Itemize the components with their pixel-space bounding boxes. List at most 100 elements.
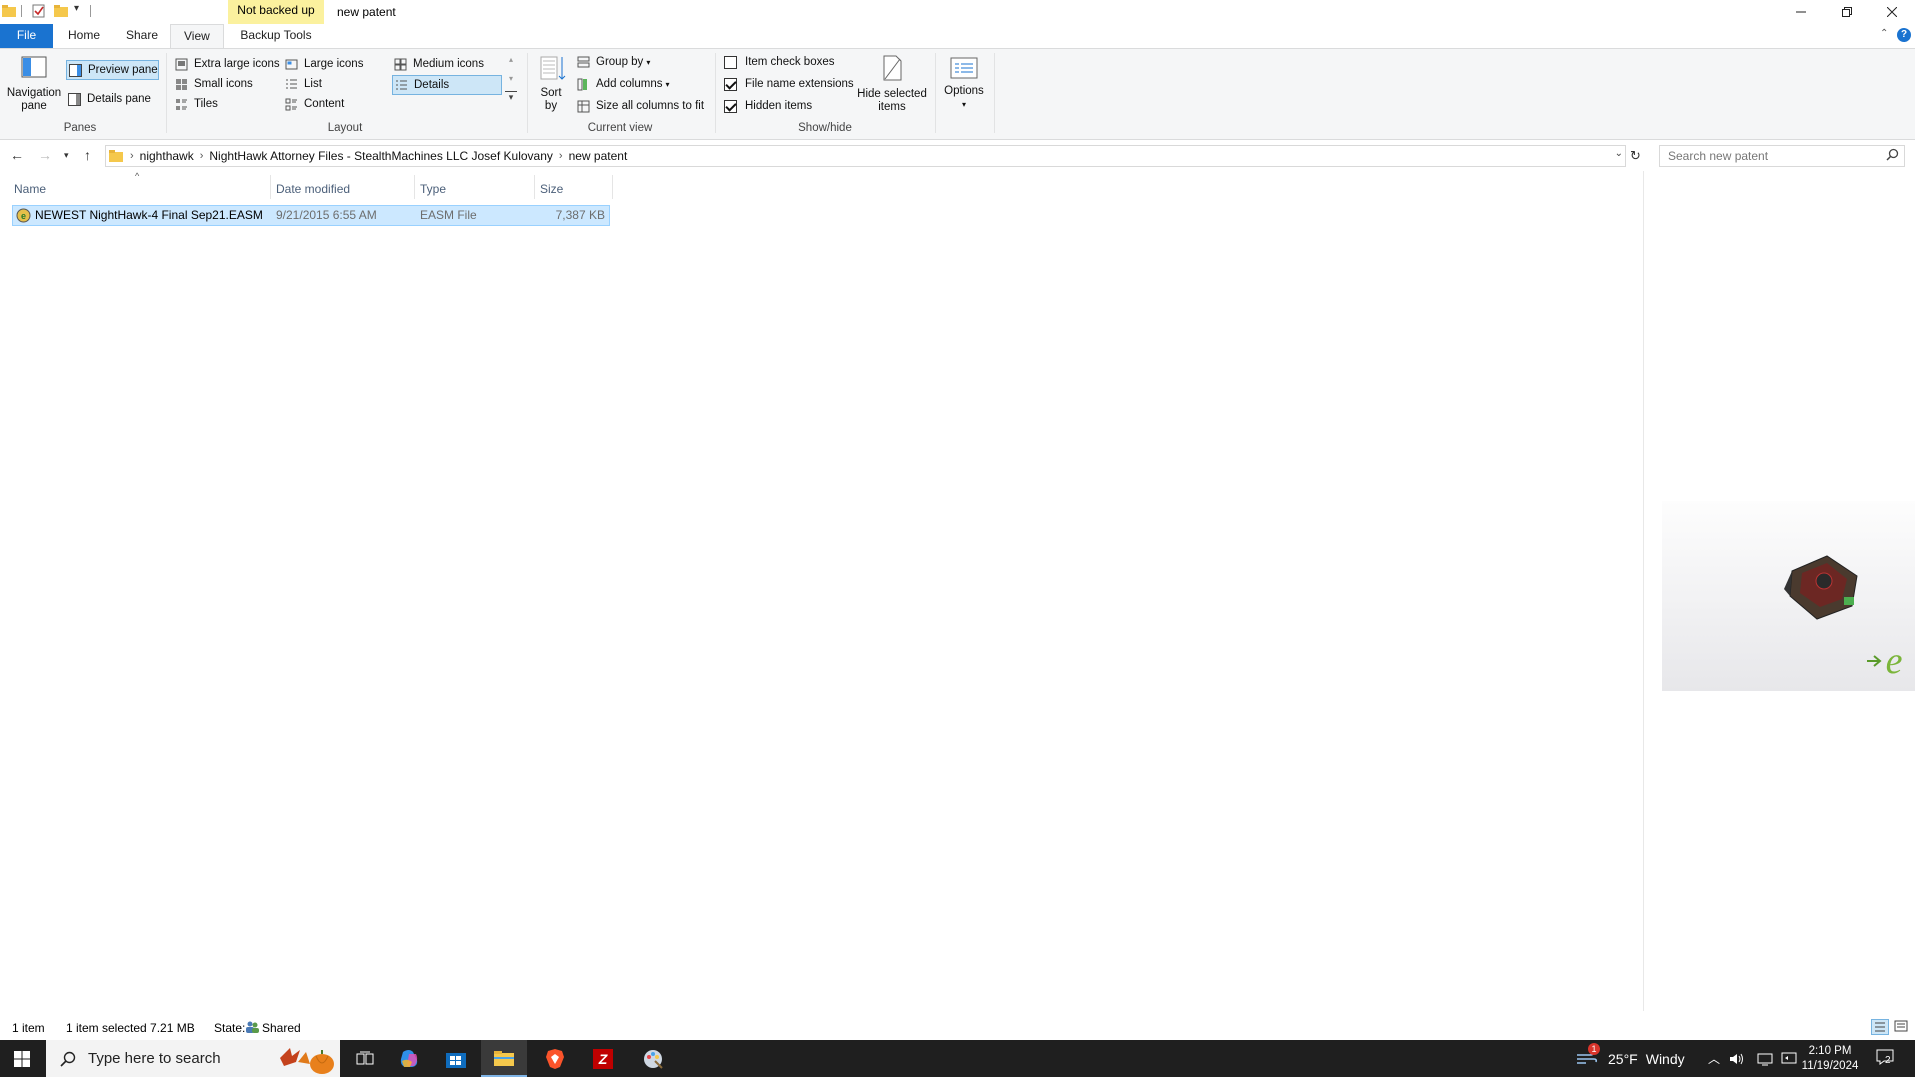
column-divider[interactable] [414,175,415,199]
weather-widget[interactable]: 1 25°F Windy [1576,1040,1685,1077]
minimize-button[interactable] [1778,0,1824,24]
tab-file[interactable]: File [0,24,53,48]
wind-weather-icon: 1 [1576,1043,1600,1068]
easm-file-icon: e [16,208,31,226]
navigation-pane-button[interactable]: Navigation pane [4,55,64,113]
start-button[interactable] [0,1040,44,1077]
layout-more-icon[interactable]: ▾ [505,91,517,103]
file-date-modified: 9/21/2015 6:55 AM [276,208,377,222]
close-button[interactable] [1869,0,1915,24]
sort-by-button[interactable]: Sort by [536,53,568,113]
large-icons-view-icon[interactable] [1893,1019,1911,1035]
column-header-size[interactable]: Size [540,179,563,199]
recent-locations-icon[interactable]: ▾ [64,150,69,161]
scroll-down-icon[interactable]: ▾ [505,74,517,83]
breadcrumb-attorney-files[interactable]: NightHawk Attorney Files - StealthMachin… [209,149,553,163]
status-bar: 1 item 1 item selected 7.21 MB State: Sh… [0,1017,1915,1039]
file-name-extensions-toggle[interactable]: File name extensions [724,75,854,93]
scroll-up-icon[interactable]: ▴ [505,55,517,64]
breadcrumb-new-patent[interactable]: new patent [569,149,628,163]
store-button[interactable] [433,1040,479,1077]
search-icon[interactable] [1886,148,1899,164]
options-button[interactable]: Options ▾ [940,55,988,111]
volume-icon[interactable] [1729,1040,1745,1077]
layout-scroll[interactable]: ▴ ▾ ▾ [505,55,517,115]
group-by-icon [577,56,590,67]
navigation-pane-label: Navigation pane [6,87,62,112]
customize-quick-access-icon[interactable]: ▾ [74,3,79,14]
weather-description: Windy [1645,1050,1685,1067]
new-folder-icon[interactable] [54,4,68,18]
layout-tiles[interactable]: Tiles [175,95,218,113]
layout-details[interactable]: Details [392,75,502,95]
column-header-date-modified[interactable]: Date modified [276,179,350,199]
network-icon[interactable] [1757,1040,1773,1077]
tab-view[interactable]: View [170,24,224,49]
forward-arrow-icon[interactable]: → [38,147,52,163]
tab-home[interactable]: Home [55,24,113,48]
help-icon[interactable]: ? [1897,28,1911,42]
size-all-columns-button[interactable]: Size all columns to fit [577,97,704,115]
restore-button[interactable] [1824,0,1870,24]
layout-small-icons[interactable]: Small icons [175,75,253,93]
address-dropdown-icon[interactable]: ⌄ [1615,148,1623,159]
filezilla-button[interactable]: Z [580,1040,626,1077]
title-bar: ▾ Not backed up new patent [0,0,1915,24]
details-label: Details [414,79,450,91]
state-value: Shared [262,1021,301,1035]
group-by-button[interactable]: Group by ▾ [577,53,650,71]
file-name: NEWEST NightHawk-4 Final Sep21.EASM [35,208,263,222]
collapse-ribbon-icon[interactable]: ⌃ [1880,28,1888,39]
breadcrumb-nighthawk[interactable]: nighthawk [140,149,194,163]
file-name-extensions-checkbox[interactable] [724,77,737,91]
taskbar-search-box[interactable]: Type here to search [46,1040,340,1077]
display-icon[interactable] [1781,1040,1797,1077]
task-view-button[interactable] [342,1040,388,1077]
separator [21,5,22,17]
sort-by-label: Sort by [540,87,562,112]
item-count: 1 item [12,1021,45,1035]
layout-medium-icons[interactable]: Medium icons [394,55,484,73]
tab-backup-tools[interactable]: Backup Tools [228,24,324,48]
copilot-button[interactable] [386,1040,432,1077]
file-size: 7,387 KB [555,208,605,222]
item-check-boxes-toggle[interactable]: Item check boxes [724,53,834,71]
file-explorer-taskbar-button[interactable] [481,1040,527,1077]
group-separator [527,53,528,133]
file-preview-image: e [1662,501,1915,691]
details-pane-button[interactable]: Details pane [68,90,151,108]
size-columns-icon [577,100,590,112]
up-arrow-icon[interactable]: ↑ [84,147,91,163]
preview-pane-button[interactable]: Preview pane [66,60,159,80]
paint-button[interactable] [630,1040,676,1077]
hidden-items-toggle[interactable]: Hidden items [724,97,812,115]
brave-browser-button[interactable] [532,1040,578,1077]
search-input[interactable]: Search new patent [1659,145,1905,167]
add-columns-button[interactable]: Add columns ▾ [577,75,670,93]
tab-share[interactable]: Share [113,24,171,48]
refresh-icon[interactable]: ↻ [1630,148,1641,164]
back-arrow-icon[interactable]: ← [10,147,24,163]
content-icon [285,98,297,110]
show-hidden-icons-button[interactable]: ︿ [1708,1040,1720,1077]
column-divider[interactable] [612,175,613,199]
item-check-boxes-checkbox[interactable] [724,55,737,69]
layout-list[interactable]: List [285,75,322,93]
column-header-type[interactable]: Type [420,179,446,199]
hidden-items-checkbox[interactable] [724,99,737,113]
extra-large-icons-label: Extra large icons [194,58,280,70]
column-divider[interactable] [534,175,535,199]
hide-selected-items-button[interactable]: Hide selected items [855,53,929,114]
properties-icon[interactable] [32,4,46,18]
address-row: ← → ▾ ↑ › nighthawk › NightHawk Attorney… [0,141,1915,171]
layout-large-icons[interactable]: Large icons [285,55,363,73]
column-header-name[interactable]: Name [14,179,46,199]
details-view-icon[interactable] [1871,1019,1889,1035]
column-divider[interactable] [270,175,271,199]
clock[interactable]: 2:10 PM 11/19/2024 [1802,1040,1859,1077]
layout-content[interactable]: Content [285,95,344,113]
notification-center-button[interactable]: 2 [1876,1040,1894,1077]
layout-extra-large-icons[interactable]: Extra large icons [175,55,280,73]
address-bar[interactable]: › nighthawk › NightHawk Attorney Files -… [105,145,1626,167]
table-row[interactable]: e NEWEST NightHawk-4 Final Sep21.EASM 9/… [12,205,610,226]
